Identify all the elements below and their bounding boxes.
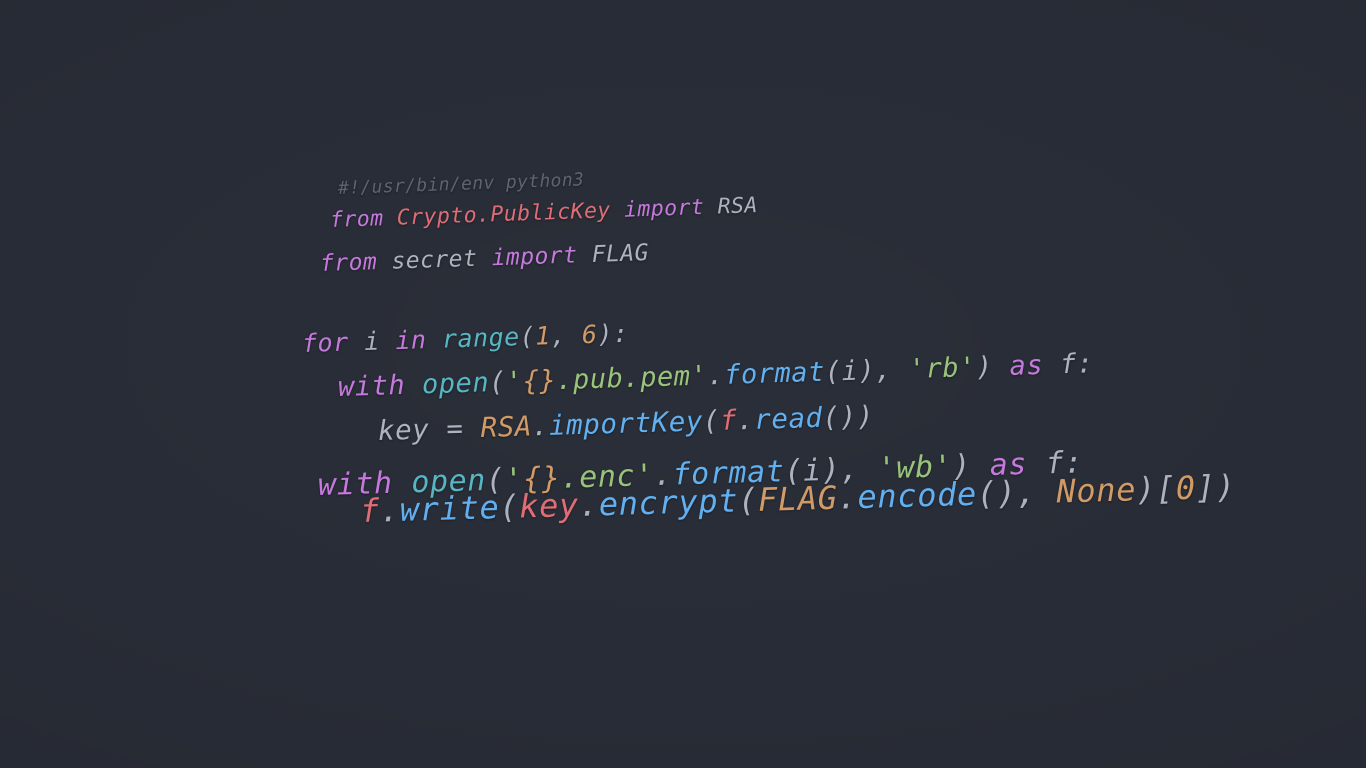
code-token: . [736, 403, 755, 437]
code-token: ' [505, 366, 524, 398]
code-token: ): [596, 318, 629, 349]
code-token: write [399, 488, 500, 529]
code-token: ) [975, 350, 1011, 383]
code-token: key [377, 413, 430, 447]
code-token: encrypt [598, 481, 739, 524]
code-token: FLAG [591, 240, 650, 268]
code-token: ' [690, 360, 708, 392]
code-token: FLAG [757, 478, 839, 519]
code-token: . [578, 485, 600, 524]
code-line-import-rsa: from Crypto.PublicKey import RSA [330, 193, 759, 233]
code-token: {} [522, 365, 557, 398]
code-token: PublicKey [489, 198, 612, 228]
code-token: open [421, 367, 490, 401]
code-line-open-pubkey: with open('{}.pub.pem'.format(i), 'rb') … [338, 348, 1094, 403]
code-line-for-loop: for i in range(1, 6): [302, 319, 629, 358]
code-token: .pub.pem [555, 360, 692, 397]
code-token: key [518, 485, 580, 526]
code-token: in [394, 325, 427, 356]
code-token: f [359, 491, 381, 530]
code-token: i [363, 326, 381, 357]
desktop-wallpaper: #!/usr/bin/env python3 from Crypto.Publi… [0, 0, 1366, 768]
code-token: : [1076, 348, 1094, 380]
code-token: ( [488, 366, 507, 399]
code-line-import-key: key = RSA.importKey(f.read()) [378, 400, 875, 447]
code-token: import [623, 194, 705, 223]
code-token: import [491, 242, 578, 272]
code-token: ]) [1195, 467, 1237, 507]
code-token: from [329, 206, 384, 233]
code-token: ()) [822, 400, 875, 434]
code-token: ( [702, 404, 721, 438]
code-token: range [441, 322, 521, 354]
code-token: RSA [480, 410, 533, 444]
code-token: . [476, 202, 491, 228]
code-token: 1 [534, 321, 552, 351]
code-token: secret [391, 245, 478, 275]
code-token: (), [976, 472, 1057, 513]
code-token: ( [824, 356, 843, 388]
code-line-import-flag: from secret import FLAG [320, 240, 650, 277]
code-token: , [550, 320, 583, 351]
code-token: None [1055, 470, 1137, 511]
code-token: ), [857, 354, 910, 387]
code-token: f [719, 404, 738, 437]
code-token: ( [737, 480, 759, 520]
code-token: from [319, 249, 378, 277]
code-line-shebang: #!/usr/bin/env python3 [338, 169, 585, 199]
code-token: ( [519, 321, 536, 352]
code-token: . [837, 478, 858, 517]
code-token: for [301, 327, 350, 358]
code-token: . [379, 490, 401, 530]
code-snippet: #!/usr/bin/env python3 from Crypto.Publi… [0, 0, 1366, 768]
code-token: read [753, 401, 824, 436]
code-token: = [428, 411, 482, 446]
code-token: . [531, 409, 550, 443]
code-token: encode [856, 474, 978, 517]
code-token: as [1009, 349, 1044, 382]
code-token: 6 [581, 319, 598, 350]
code-token: #!/usr/bin/env python3 [337, 169, 585, 199]
code-token: )[ [1135, 469, 1177, 509]
code-token: 0 [1175, 468, 1197, 508]
code-token: 'rb' [908, 351, 977, 386]
code-token: ( [498, 487, 520, 527]
code-token: Crypto [396, 202, 478, 231]
code-token: format [723, 356, 826, 391]
code-token: . [706, 359, 725, 392]
code-token: with [337, 369, 406, 403]
code-token: f [1059, 348, 1078, 381]
code-token: i [841, 355, 859, 388]
code-token: RSA [717, 193, 759, 220]
code-token: importKey [548, 405, 704, 442]
